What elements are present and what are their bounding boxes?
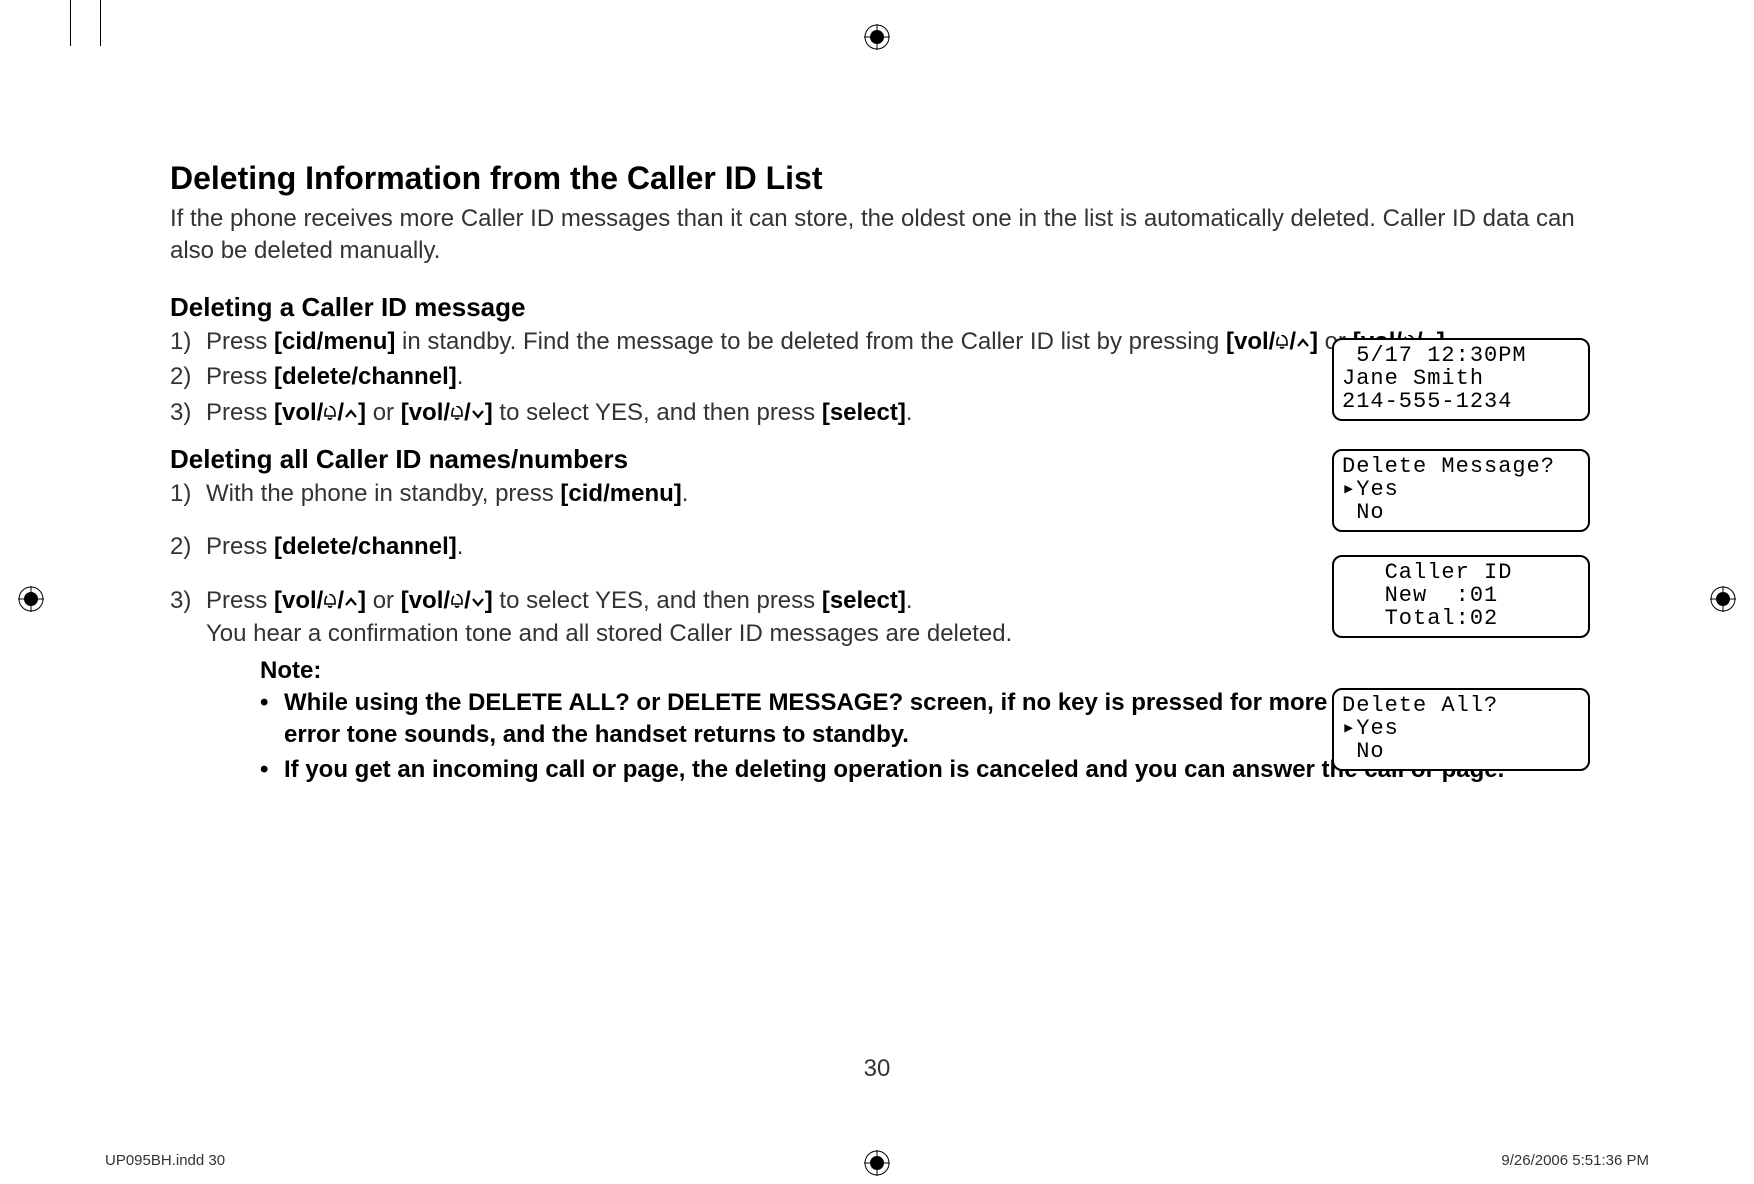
chevron-up-icon — [344, 409, 358, 419]
lcd-screen: 5/17 12:30PM Jane Smith 214-555-1234 — [1332, 338, 1590, 421]
section-heading: Deleting a Caller ID message — [170, 292, 1590, 323]
ringer-icon — [323, 593, 337, 609]
ringer-icon — [323, 405, 337, 421]
crop-mark — [70, 0, 71, 46]
page-title: Deleting Information from the Caller ID … — [170, 160, 1590, 197]
lcd-screen: Caller ID New :01 Total:02 — [1332, 555, 1590, 638]
ringer-icon — [450, 405, 464, 421]
ringer-icon — [450, 593, 464, 609]
chevron-up-icon — [344, 597, 358, 607]
footer-timestamp: 9/26/2006 5:51:36 PM — [1501, 1152, 1649, 1169]
note-label: Note: — [260, 657, 1590, 685]
crop-mark — [100, 0, 101, 46]
intro-text: If the phone receives more Caller ID mes… — [170, 203, 1590, 268]
lcd-screen: Delete Message? ▸Yes No — [1332, 449, 1590, 532]
chevron-down-icon — [471, 409, 485, 419]
registration-mark-icon — [18, 586, 44, 612]
registration-mark-icon — [1710, 586, 1736, 612]
page-number: 30 — [0, 1055, 1754, 1083]
lcd-screen: Delete All? ▸Yes No — [1332, 688, 1590, 771]
ringer-icon — [1275, 334, 1289, 350]
footer-filename: UP095BH.indd 30 — [105, 1152, 225, 1169]
chevron-up-icon — [1296, 338, 1310, 348]
registration-mark-icon — [864, 24, 890, 50]
footer: UP095BH.indd 30 9/26/2006 5:51:36 PM — [105, 1152, 1649, 1169]
chevron-down-icon — [471, 597, 485, 607]
